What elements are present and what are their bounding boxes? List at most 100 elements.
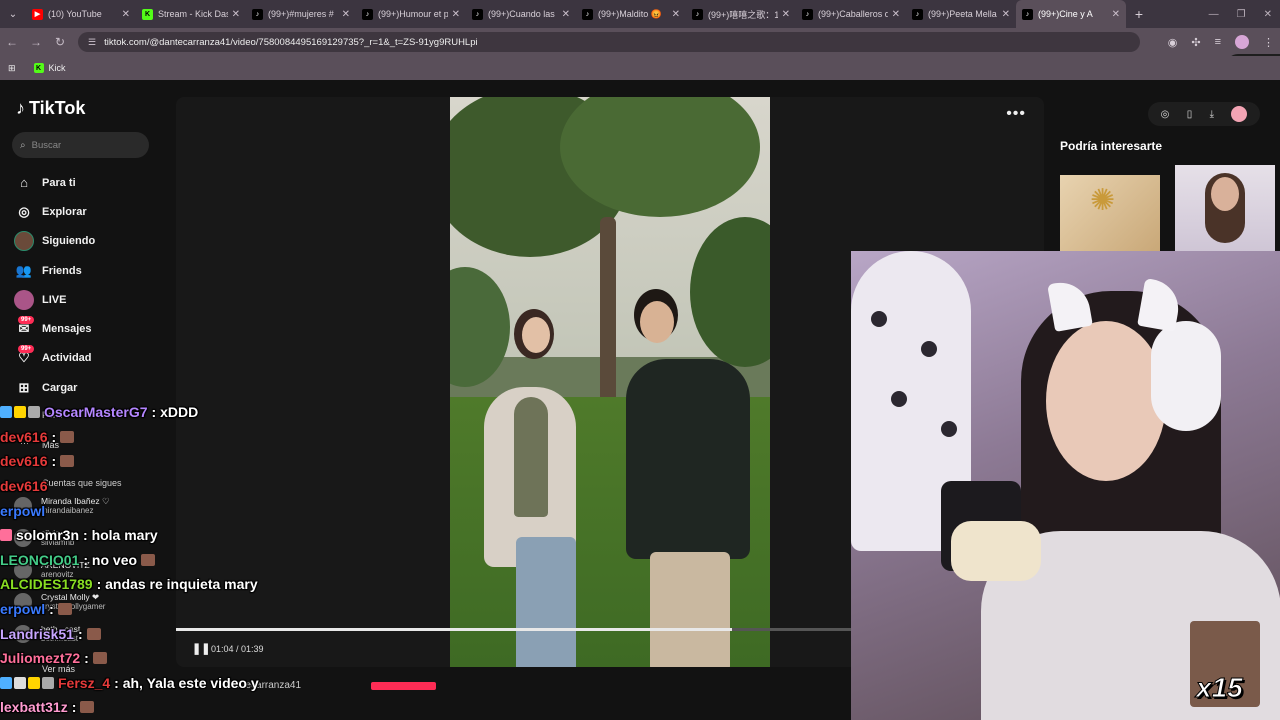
coins-icon[interactable]: ◎ <box>1161 109 1170 120</box>
tab-title: Stream - Kick Das <box>158 9 228 19</box>
chat-badge-icon <box>0 406 12 419</box>
chat-text: : ah, Yala este video y <box>114 674 259 691</box>
bookmark-label: Kick <box>48 63 66 73</box>
browser-tab[interactable]: K Stream - Kick Das ✕ <box>136 0 246 28</box>
chat-message: solomr3n: hola mary <box>0 523 420 548</box>
browser-tab[interactable]: ♪ (99+)Maldito 😡 ✕ <box>576 0 686 28</box>
browser-tab[interactable]: ♪ (99+)Cuando las ✕ <box>466 0 576 28</box>
chat-text: : andas re inquieta mary <box>96 576 258 593</box>
browser-tab[interactable]: ♪ (99+)Caballeros d ✕ <box>796 0 906 28</box>
tab-close-icon[interactable]: ✕ <box>892 9 900 20</box>
sidebar-item-cargar[interactable]: ⊞ Cargar <box>14 373 164 402</box>
chat-badge-icon <box>42 676 54 689</box>
recommend-thumbnail[interactable] <box>1175 165 1275 251</box>
chat-message: dev616 <box>0 474 420 499</box>
media-control-icon[interactable]: ≡ <box>1215 36 1221 48</box>
device-icon[interactable]: ▯ <box>1187 109 1193 120</box>
chat-username: LEONCIO01 <box>0 551 80 568</box>
ornament <box>891 391 907 407</box>
browser-tab[interactable]: ▶ (10) YouTube ✕ <box>26 0 136 28</box>
tiktok-logo[interactable]: ♪ TikTok <box>16 98 85 119</box>
tab-search-icon[interactable]: ⌄ <box>0 0 26 28</box>
sidebar-item-siguiendo[interactable]: Siguiendo <box>14 227 164 256</box>
chat-username: dev616 <box>0 453 48 470</box>
profile-avatar[interactable] <box>1235 35 1249 49</box>
sidebar-item-actividad[interactable]: ♡ 99+ Actividad <box>14 344 164 373</box>
chat-text: : <box>51 453 57 470</box>
thumbnail-face <box>1211 177 1239 211</box>
recommend-thumbnail[interactable]: ✺ <box>1060 175 1160 251</box>
recommend-title: Podría interesarte <box>1060 139 1163 153</box>
minimize-icon[interactable]: — <box>1209 9 1219 20</box>
sidebar-item-mensajes[interactable]: ✉ 99+ Mensajes <box>14 314 164 343</box>
chat-text: : <box>84 650 89 667</box>
reload-icon[interactable]: ↻ <box>48 35 72 49</box>
sidebar-item-label: Friends <box>42 264 82 277</box>
following-avatar-icon <box>14 231 34 252</box>
sidebar-item-explorar[interactable]: ◎ Explorar <box>14 197 164 226</box>
browser-tab[interactable]: ♪ (99+)#mujeres # ✕ <box>246 0 356 28</box>
live-icon <box>14 289 34 310</box>
chat-username: Juliomezt72 <box>0 650 81 667</box>
browser-tab[interactable]: ♪ (99+)Peeta Mella ✕ <box>906 0 1016 28</box>
chat-message: LEONCIO01: no veo <box>0 548 420 573</box>
tab-close-icon[interactable]: ✕ <box>1002 9 1010 20</box>
chat-badge-icon <box>0 676 12 689</box>
forward-icon[interactable]: → <box>24 35 48 49</box>
sidebar-item-label: Mensajes <box>42 323 92 336</box>
video-more-icon[interactable]: ••• <box>1006 105 1026 123</box>
chat-username: lexbatt31z <box>0 699 68 716</box>
back-icon[interactable]: ← <box>0 35 24 49</box>
chat-emote-icon <box>80 701 95 714</box>
tab-close-icon[interactable]: ✕ <box>452 9 460 20</box>
bookmark-kick[interactable]: K Kick <box>33 63 66 73</box>
chat-emote-icon <box>60 455 75 468</box>
new-tab-button[interactable]: + <box>1126 6 1152 22</box>
chat-message: erpowl <box>0 498 420 523</box>
search-input[interactable]: ⌕ Buscar <box>12 132 149 158</box>
browser-tab[interactable]: ♪ (99+)Humour et p ✕ <box>356 0 466 28</box>
tab-favicon-icon: ▶ <box>32 8 43 20</box>
tab-close-icon[interactable]: ✕ <box>1112 9 1120 20</box>
extension-icon[interactable]: ◉ <box>1168 36 1178 49</box>
browser-tab[interactable]: ♪ (99+)Cine y A ✕ <box>1016 0 1126 28</box>
chat-badges <box>0 529 12 542</box>
tab-favicon-icon: ♪ <box>472 8 483 20</box>
tiktok-note-icon: ♪ <box>16 98 25 118</box>
sidebar-item-label: Siguiendo <box>42 235 96 248</box>
chat-message: dev616: <box>0 425 420 450</box>
address-bar[interactable]: ☰ tiktok.com/@dantecarranza41/video/7580… <box>78 32 1280 78</box>
chat-badges <box>0 676 54 689</box>
browser-tab[interactable]: ♪ (99+)嘻嘻之歌：1 ✕ <box>686 0 796 28</box>
chat-message: Fersz_4: ah, Yala este video y <box>0 671 420 696</box>
home-icon: ⌂ <box>20 175 28 191</box>
sidebar-item-para-ti[interactable]: ⌂ Para ti <box>14 168 164 197</box>
tab-title: (99+)嘻嘻之歌：1 <box>708 9 778 20</box>
extensions-puzzle-icon[interactable]: ✣ <box>1191 36 1200 49</box>
chat-text: : <box>71 699 77 716</box>
restore-icon[interactable]: ❐ <box>1237 9 1246 20</box>
window-controls: — ❐ ✕ <box>1209 0 1272 28</box>
download-icon[interactable]: ⤓ <box>1210 109 1214 120</box>
chat-text: : <box>49 601 54 618</box>
tab-favicon-icon: ♪ <box>692 8 703 20</box>
chat-username: Landrisk51 <box>0 625 74 642</box>
tab-close-icon[interactable]: ✕ <box>782 9 790 20</box>
sidebar-item-live[interactable]: LIVE <box>14 285 164 314</box>
close-window-icon[interactable]: ✕ <box>1264 9 1272 20</box>
tab-close-icon[interactable]: ✕ <box>122 9 130 20</box>
chat-emote-icon <box>92 652 107 665</box>
apps-grid-icon[interactable]: ⊞ <box>8 63 16 74</box>
tab-close-icon[interactable]: ✕ <box>562 9 570 20</box>
tab-close-icon[interactable]: ✕ <box>672 9 680 20</box>
sidebar-item-friends[interactable]: 👥 Friends <box>14 256 164 285</box>
tab-close-icon[interactable]: ✕ <box>232 9 240 20</box>
chat-badge-icon <box>0 529 12 542</box>
logo-text: TikTok <box>29 98 86 118</box>
tab-close-icon[interactable]: ✕ <box>342 9 350 20</box>
user-avatar[interactable] <box>1231 106 1248 122</box>
site-info-icon[interactable]: ☰ <box>88 37 96 48</box>
video-frame[interactable] <box>450 97 770 667</box>
browser-menu-icon[interactable]: ⋮ <box>1263 36 1274 49</box>
woman-top <box>514 397 548 517</box>
